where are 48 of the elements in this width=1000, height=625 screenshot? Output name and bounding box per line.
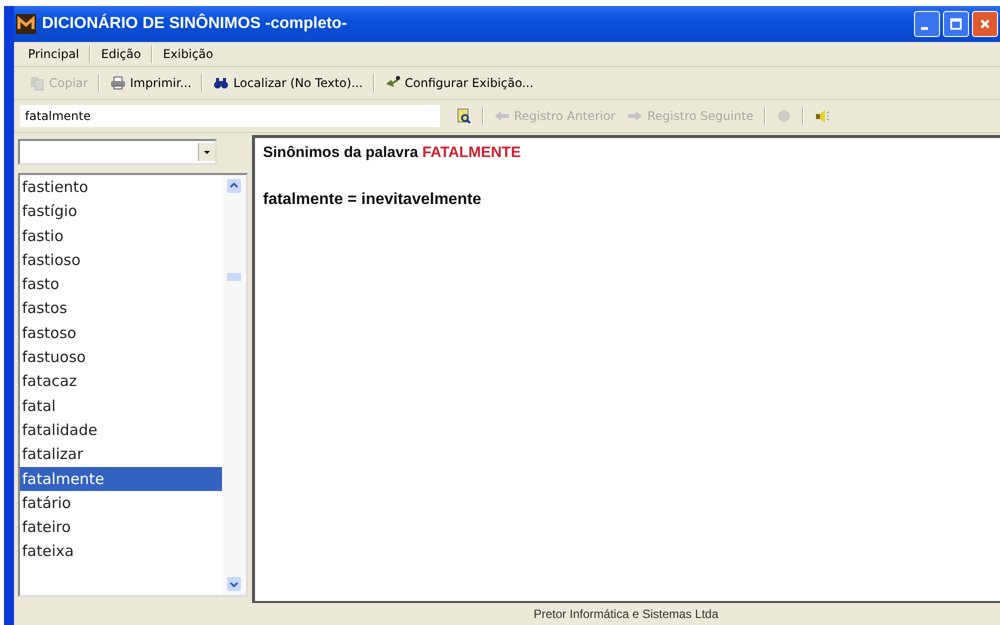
binoculars-icon: [213, 75, 230, 91]
minimize-icon: [921, 26, 928, 30]
list-item[interactable]: fastígio: [20, 199, 222, 224]
scroll-down-icon[interactable]: [227, 577, 241, 591]
menu-item[interactable]: Principal: [22, 45, 86, 63]
document-search-icon: [456, 108, 472, 124]
maximize-button[interactable]: [943, 11, 969, 37]
toolbar-button[interactable]: Localizar (No Texto)...: [207, 72, 369, 94]
list-item[interactable]: fastos: [20, 296, 222, 321]
right-arrow-icon: [627, 108, 644, 124]
word-combo-field[interactable]: [18, 139, 217, 165]
list-item[interactable]: fastio: [20, 224, 222, 248]
close-icon: [979, 18, 991, 30]
menu-item[interactable]: Exibição: [156, 45, 220, 63]
list-item[interactable]: fastoso: [20, 320, 222, 346]
list-item[interactable]: fastiento: [20, 175, 222, 200]
toolbar-button[interactable]: Configurar Exibição...: [378, 72, 540, 94]
list-item[interactable]: fasto: [20, 272, 222, 296]
scrollbar[interactable]: [222, 175, 246, 595]
close-button[interactable]: [972, 11, 998, 37]
synonym-heading: Sinônimos da palavra FATALMENTE: [263, 144, 522, 161]
speaker-icon: [814, 108, 830, 124]
toolbar-button[interactable]: Imprimir...: [104, 72, 198, 94]
list-item[interactable]: fatacaz: [20, 369, 222, 394]
list-item[interactable]: fatal: [20, 394, 222, 418]
maximize-icon: [950, 18, 962, 30]
scroll-thumb[interactable]: [227, 273, 241, 281]
synonym-text: fatalmente = inevitavelmente: [263, 191, 482, 209]
list-item[interactable]: fateiro: [20, 515, 222, 540]
window-title: DICIONÁRIO DE SINÔNIMOS -completo-: [42, 15, 348, 33]
list-item[interactable]: fatalidade: [20, 418, 222, 442]
left-arrow-icon: [494, 108, 510, 124]
status-text: Pretor Informática e Sistemas Ltda: [532, 607, 720, 621]
round-icon: [776, 108, 792, 124]
dropdown-arrow-icon: [203, 148, 211, 156]
list-item[interactable]: fateixa: [20, 539, 222, 564]
app-icon: [16, 14, 36, 34]
list-item[interactable]: fatalmente: [20, 466, 222, 491]
list-item[interactable]: fastuoso: [20, 345, 222, 370]
scroll-up-icon[interactable]: [227, 179, 241, 193]
copy-icon: [29, 75, 45, 91]
list-item[interactable]: fatário: [20, 490, 222, 516]
list-item[interactable]: fastioso: [20, 248, 222, 272]
minimize-button[interactable]: [914, 11, 940, 37]
list-item[interactable]: fatalizar: [20, 442, 222, 467]
search-field[interactable]: fatalmente: [20, 105, 440, 127]
printer-icon: [110, 75, 126, 91]
menu-item[interactable]: Edição: [95, 45, 147, 63]
